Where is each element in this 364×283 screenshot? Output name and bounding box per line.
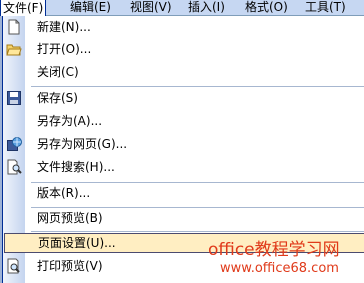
menu-tools[interactable]: 工具(T)	[305, 0, 346, 15]
menu-item-label: 关闭(C)	[37, 65, 79, 79]
menu-edit[interactable]: 编辑(E)	[70, 0, 111, 15]
menu-file[interactable]: 文件(F)	[0, 0, 47, 17]
menu-item-label: 另存为(A)...	[37, 114, 103, 128]
menu-separator	[31, 86, 364, 87]
menu-insert[interactable]: 插入(I)	[188, 0, 225, 15]
menu-item-label: 保存(S)	[37, 91, 78, 105]
menu-item-close[interactable]: 关闭(C)	[3, 62, 364, 82]
menu-item-save[interactable]: 保存(S)	[3, 88, 364, 108]
menu-item-label: 页面设置(U)...	[38, 236, 116, 250]
menu-item-save-as-web[interactable]: 另存为网页(G)...	[3, 134, 364, 154]
menu-item-open[interactable]: 打开(O)...	[3, 39, 364, 59]
menu-separator	[31, 231, 364, 232]
menu-item-label: 打开(O)...	[37, 42, 92, 56]
watermark-url: www.office68.com	[220, 261, 339, 276]
menu-item-label: 打印预览(V)	[37, 259, 103, 273]
save-disk-icon	[6, 90, 22, 106]
menu-item-web-preview[interactable]: 网页预览(B)	[3, 208, 364, 228]
new-document-icon	[6, 19, 22, 35]
menu-item-new[interactable]: 新建(N)...	[3, 17, 364, 37]
menu-view[interactable]: 视图(V)	[130, 0, 172, 15]
save-as-web-icon	[6, 136, 22, 152]
menu-item-versions[interactable]: 版本(R)...	[3, 183, 364, 203]
file-search-icon	[6, 159, 22, 175]
menu-item-label: 网页预览(B)	[37, 211, 103, 225]
menu-item-file-search[interactable]: 文件搜索(H)...	[3, 157, 364, 177]
watermark-title: office教程学习网	[208, 240, 340, 260]
menu-item-label: 新建(N)...	[37, 20, 91, 34]
menu-item-save-as[interactable]: 另存为(A)...	[3, 111, 364, 131]
open-folder-icon	[6, 41, 22, 57]
menu-item-label: 版本(R)...	[37, 186, 91, 200]
menu-bar: 文件(F) 编辑(E) 视图(V) 插入(I) 格式(O) 工具(T)	[0, 0, 364, 17]
menu-format[interactable]: 格式(O)	[245, 0, 288, 15]
print-preview-icon	[6, 258, 22, 274]
menu-item-label: 另存为网页(G)...	[37, 137, 128, 151]
menu-item-label: 文件搜索(H)...	[37, 160, 115, 174]
